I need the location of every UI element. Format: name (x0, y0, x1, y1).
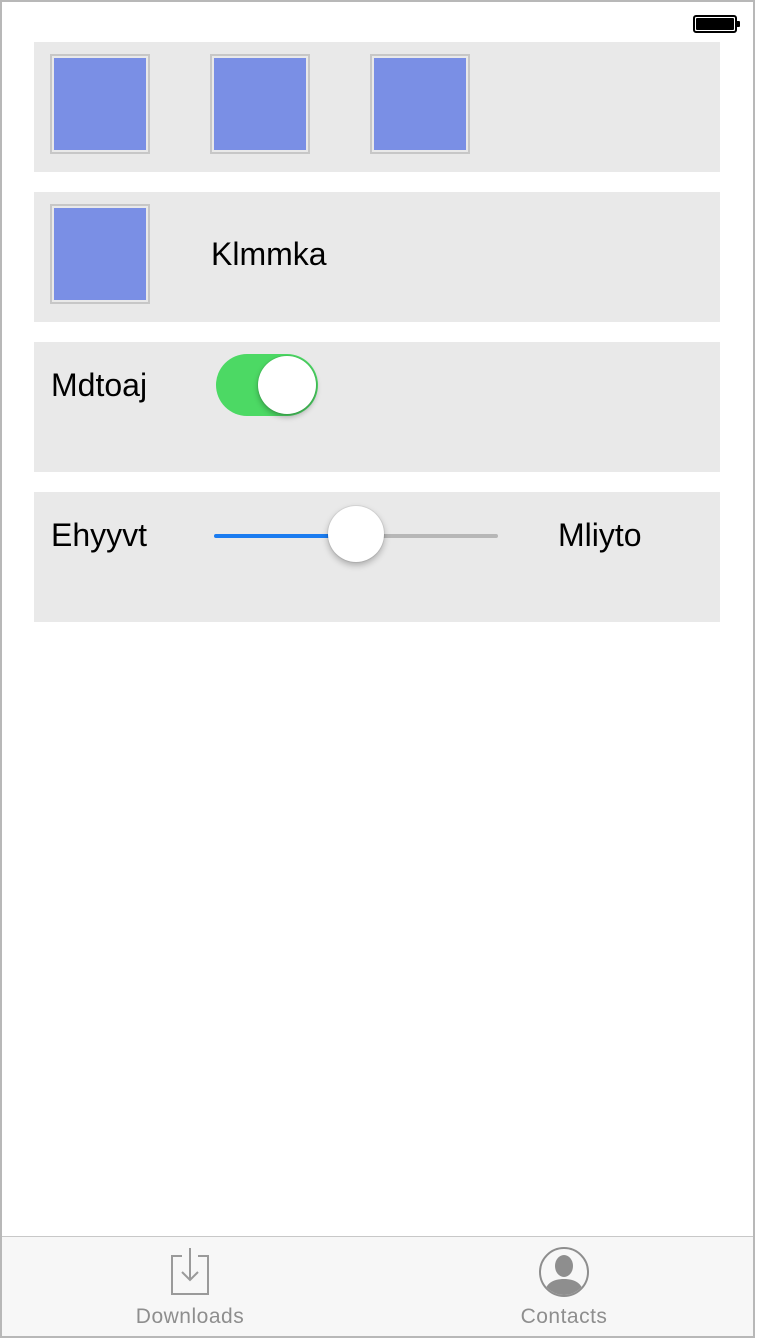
tab-contacts[interactable]: Contacts (454, 1237, 674, 1336)
tab-contacts-label: Contacts (520, 1305, 608, 1328)
slider-max-label: Mliyto (558, 517, 642, 553)
toggle-switch[interactable] (216, 354, 318, 416)
image-row-cell (34, 42, 720, 172)
slider-min-label: Ehyyvt (51, 517, 148, 553)
slider-thumb[interactable] (328, 506, 384, 562)
value-slider[interactable] (214, 506, 498, 566)
image-thumbnail[interactable] (370, 54, 470, 154)
switch-cell: Mdtoaj (34, 342, 720, 472)
slider-cell: Ehyyvt Mliyto (34, 492, 720, 622)
image-thumbnail[interactable] (210, 54, 310, 154)
image-thumbnail[interactable] (50, 204, 150, 304)
status-bar (2, 2, 753, 42)
image-label-cell[interactable]: Klmmka (34, 192, 720, 322)
download-icon (171, 1248, 209, 1295)
cell-title-label: Klmmka (211, 236, 327, 272)
contact-icon (539, 1247, 589, 1297)
toggle-knob[interactable] (258, 356, 316, 414)
phone-screen: Klmmka Mdtoaj Ehyyvt Mliyto Downloads Co… (0, 0, 755, 1338)
battery-icon (693, 15, 740, 33)
switch-label: Mdtoaj (51, 367, 148, 403)
tab-bar: Downloads Contacts (2, 1236, 753, 1336)
tab-downloads[interactable]: Downloads (80, 1237, 300, 1336)
image-thumbnail[interactable] (50, 54, 150, 154)
tab-downloads-label: Downloads (135, 1305, 245, 1328)
